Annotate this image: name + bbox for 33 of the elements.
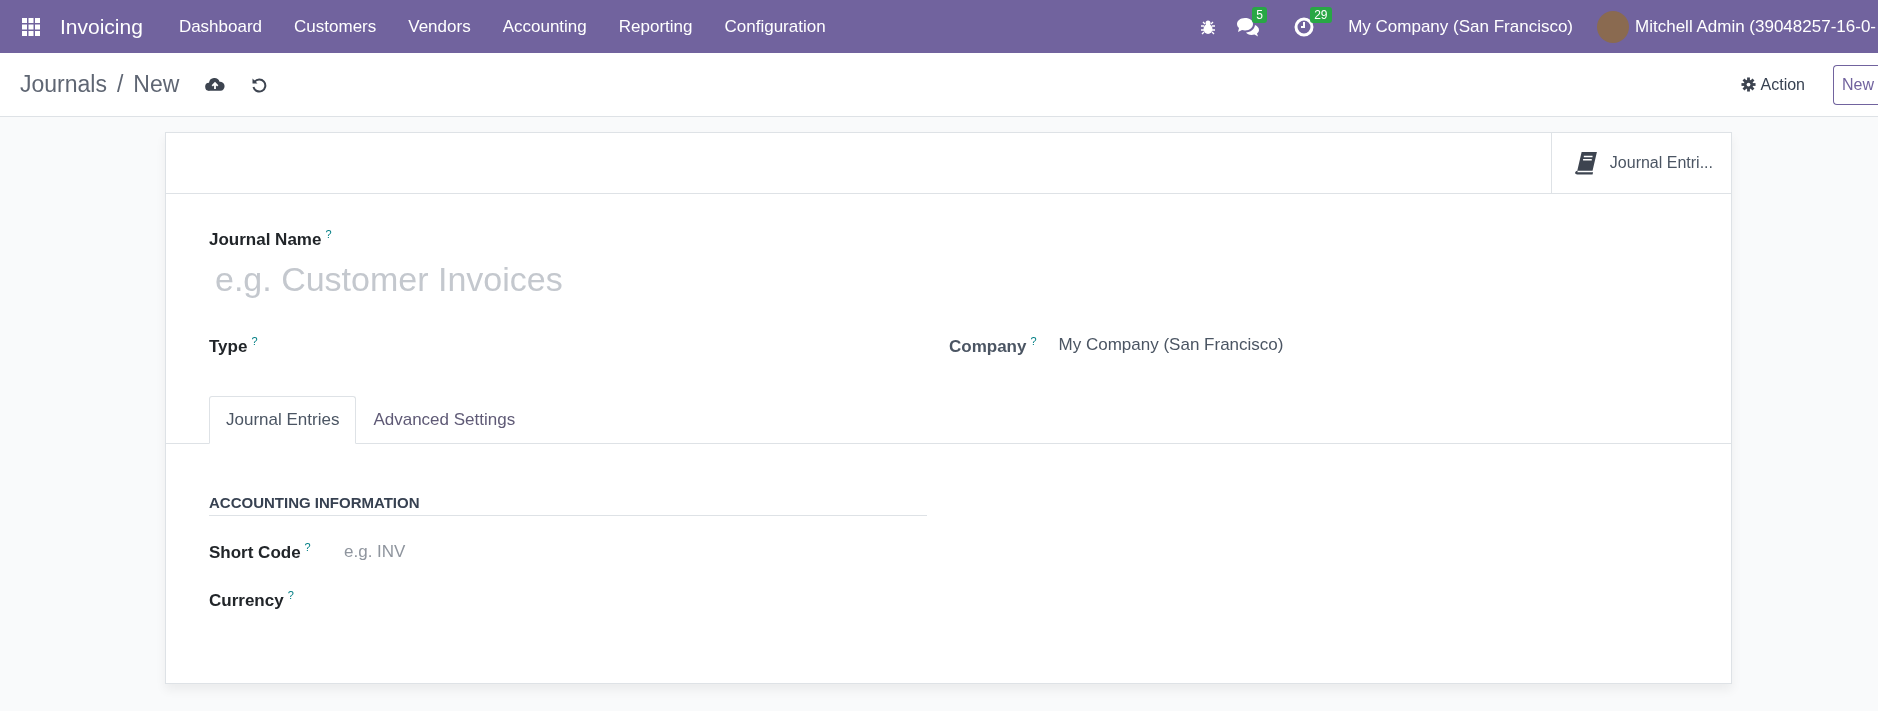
field-label: Company $^{?}$ [949, 334, 1037, 357]
breadcrumb-link[interactable]: Journals [20, 71, 107, 98]
menu-item[interactable]: Accounting [502, 16, 587, 37]
tab[interactable]: Journal Entries [209, 396, 357, 445]
field-label: Currency $^{?}$ [209, 589, 295, 612]
gear-icon [1740, 77, 1756, 92]
activity-count-badge: 29 [1310, 6, 1332, 23]
action-button[interactable]: Action [1734, 74, 1811, 95]
field-label: Type $^{?}$ [209, 334, 258, 357]
book-icon [1573, 151, 1598, 175]
breadcrumb-current: New [133, 71, 180, 98]
apps-menu-icon[interactable] [22, 17, 40, 36]
bug-icon[interactable] [1200, 18, 1217, 35]
user-menu[interactable]: Mitchell Admin (39048257-16-0- [1635, 16, 1876, 37]
section-title: ACCOUNTING INFORMATION [209, 494, 927, 517]
tab[interactable]: Advanced Settings [356, 396, 533, 445]
cloud-upload-icon[interactable] [205, 77, 226, 92]
menu-item[interactable]: Configuration [724, 16, 826, 37]
new-button[interactable]: New [1833, 64, 1878, 105]
company-switcher[interactable]: My Company (San Francisco) [1348, 16, 1574, 37]
menu-item[interactable]: Reporting [618, 16, 693, 37]
menu-item[interactable]: Customers [294, 16, 377, 37]
message-count-badge: 5 [1252, 6, 1267, 23]
breadcrumb-separator: / [116, 71, 124, 98]
menu-item[interactable]: Dashboard [178, 16, 263, 37]
company-field[interactable]: My Company (San Francisco) [1058, 335, 1284, 356]
clock-icon[interactable] [1294, 16, 1315, 37]
field-label: Short Code $^{?}$ [209, 541, 312, 564]
undo-icon[interactable] [251, 76, 268, 93]
journal-entries-smart-button[interactable]: Journal Entri... [1550, 133, 1731, 193]
app-name[interactable]: Invoicing [60, 14, 143, 39]
menu-item[interactable]: Vendors [408, 16, 471, 37]
field-label: Journal Name $^{?}$ [209, 228, 332, 250]
